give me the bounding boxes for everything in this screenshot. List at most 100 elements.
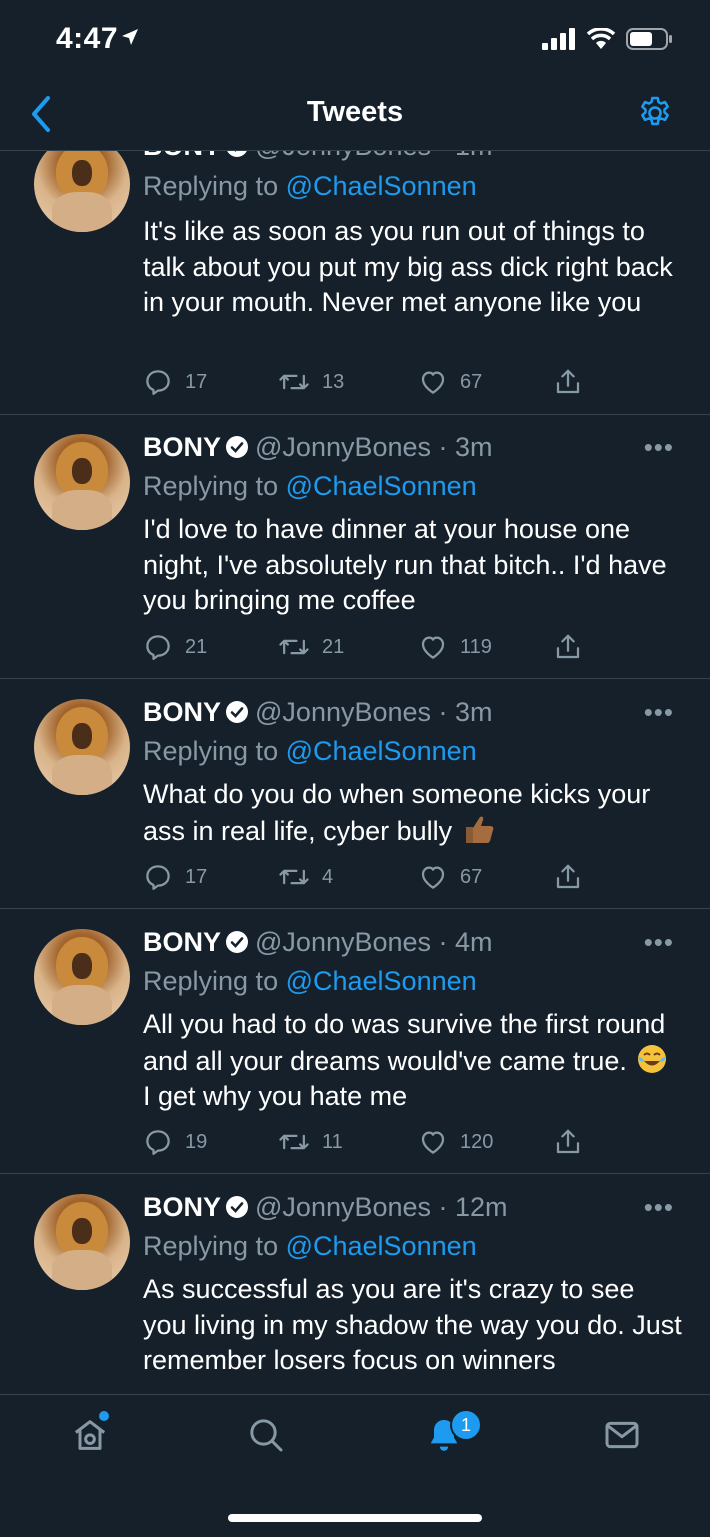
handle-and-time: @JonnyBones · 1m bbox=[255, 151, 493, 161]
retweet-button[interactable]: 21 bbox=[278, 632, 344, 662]
like-icon bbox=[421, 636, 445, 659]
display-name[interactable]: BONY bbox=[143, 927, 221, 957]
reply-button[interactable]: 17 bbox=[143, 367, 207, 397]
tweet[interactable]: BONY @JonnyBones · 4m ••• Replying to @Ch… bbox=[0, 909, 710, 1174]
like-button[interactable]: 119 bbox=[418, 632, 492, 662]
share-button[interactable] bbox=[553, 862, 583, 892]
like-icon bbox=[421, 371, 445, 394]
tears-of-joy-emoji-icon bbox=[638, 1044, 667, 1073]
location-arrow-icon bbox=[122, 29, 138, 45]
page-title: Tweets bbox=[306, 96, 404, 128]
more-options-icon[interactable]: ••• bbox=[644, 1192, 674, 1223]
replying-to: Replying to @ChaelSonnen bbox=[143, 471, 477, 502]
tweet-text: What do you do when someone kicks your a… bbox=[143, 777, 683, 849]
replying-to: Replying to @ChaelSonnen bbox=[143, 966, 477, 997]
mention-link[interactable]: @ChaelSonnen bbox=[286, 1231, 477, 1261]
thumbs-up-emoji-icon bbox=[465, 816, 494, 843]
tab-search[interactable] bbox=[246, 1415, 286, 1460]
reply-button[interactable]: 21 bbox=[143, 632, 207, 662]
retweet-button[interactable]: 11 bbox=[278, 1127, 343, 1157]
tweet[interactable]: BONY @JonnyBones · 3m ••• Replying to @Ch… bbox=[0, 414, 710, 679]
like-button[interactable]: 67 bbox=[418, 367, 482, 397]
tweet[interactable]: BONY @JonnyBones · 3m ••• Replying to @Ch… bbox=[0, 679, 710, 909]
display-name[interactable]: BONY bbox=[143, 432, 221, 462]
replying-label: Replying to bbox=[143, 736, 286, 766]
mention-link[interactable]: @ChaelSonnen bbox=[286, 736, 477, 766]
tweet-text-body: What do you do when someone kicks your a… bbox=[143, 779, 651, 846]
share-button[interactable] bbox=[553, 367, 583, 397]
notifications-count-badge: 1 bbox=[450, 1409, 482, 1441]
verified-badge-icon bbox=[226, 701, 249, 723]
retweet-count: 21 bbox=[322, 635, 345, 658]
verified-badge-icon bbox=[226, 436, 249, 458]
replying-label: Replying to bbox=[143, 171, 286, 201]
like-icon bbox=[421, 1131, 445, 1154]
tweet-header: BONY @JonnyBones · 12m bbox=[143, 1192, 508, 1223]
reply-icon bbox=[146, 635, 170, 660]
share-icon bbox=[556, 634, 580, 659]
avatar[interactable] bbox=[34, 151, 130, 232]
reply-count: 19 bbox=[185, 1130, 208, 1153]
retweet-icon bbox=[279, 869, 309, 885]
more-options-icon[interactable]: ••• bbox=[644, 697, 674, 728]
tab-messages[interactable] bbox=[602, 1415, 642, 1460]
mention-link[interactable]: @ChaelSonnen bbox=[286, 171, 477, 201]
share-button[interactable] bbox=[553, 632, 583, 662]
reply-button[interactable]: 17 bbox=[143, 862, 207, 892]
like-count: 67 bbox=[460, 865, 483, 888]
tweet-actions: 19 11 120 bbox=[143, 1127, 643, 1161]
reply-count: 17 bbox=[185, 865, 208, 888]
retweet-button[interactable]: 13 bbox=[278, 367, 344, 397]
share-icon bbox=[556, 864, 580, 889]
replying-to: Replying to @ChaelSonnen bbox=[143, 736, 477, 767]
reply-count: 17 bbox=[185, 370, 208, 393]
avatar[interactable] bbox=[34, 434, 130, 530]
wifi-icon bbox=[586, 28, 616, 49]
mention-link[interactable]: @ChaelSonnen bbox=[286, 471, 477, 501]
tweet-text: It's like as soon as you run out of thin… bbox=[143, 216, 673, 317]
navigation-bar: Tweets bbox=[0, 78, 710, 151]
avatar[interactable] bbox=[34, 929, 130, 1025]
mention-link[interactable]: @ChaelSonnen bbox=[286, 966, 477, 996]
tweet-header: BONY @JonnyBones · 3m bbox=[143, 697, 493, 728]
tweet-text-part-b: I get why you hate me bbox=[143, 1081, 408, 1111]
replying-to: Replying to @ChaelSonnen bbox=[143, 171, 477, 202]
handle-and-time: @JonnyBones · 4m bbox=[255, 927, 493, 957]
signal-icon bbox=[542, 28, 575, 50]
tweet-text: As successful as you are it's crazy to s… bbox=[143, 1274, 682, 1375]
share-button[interactable] bbox=[553, 1127, 583, 1157]
avatar[interactable] bbox=[34, 1194, 130, 1290]
status-time: 4:47 bbox=[56, 22, 119, 55]
like-count: 120 bbox=[460, 1130, 494, 1153]
like-button[interactable]: 120 bbox=[418, 1127, 493, 1157]
display-name[interactable]: BONY bbox=[143, 1192, 221, 1222]
like-count: 67 bbox=[460, 370, 483, 393]
tweet[interactable]: BONY @JonnyBones · 1m Replying to @ChaelS… bbox=[0, 151, 710, 415]
tab-home[interactable] bbox=[70, 1411, 110, 1460]
replying-label: Replying to bbox=[143, 966, 286, 996]
avatar[interactable] bbox=[34, 699, 130, 795]
search-icon bbox=[250, 1419, 283, 1452]
share-icon bbox=[556, 369, 580, 394]
retweet-count: 11 bbox=[322, 1130, 343, 1153]
reply-icon bbox=[146, 370, 170, 395]
replying-label: Replying to bbox=[143, 471, 286, 501]
replying-to: Replying to @ChaelSonnen bbox=[143, 1231, 477, 1262]
tweet[interactable]: BONY @JonnyBones · 12m ••• Replying to @C… bbox=[0, 1174, 710, 1394]
settings-gear-icon[interactable] bbox=[636, 94, 674, 132]
status-bar: 4:47 bbox=[0, 0, 710, 78]
like-icon bbox=[421, 866, 445, 889]
more-options-icon[interactable]: ••• bbox=[644, 432, 674, 463]
like-button[interactable]: 67 bbox=[418, 862, 482, 892]
retweet-button[interactable]: 4 bbox=[278, 862, 333, 892]
reply-button[interactable]: 19 bbox=[143, 1127, 207, 1157]
tweet-feed[interactable]: BONY @JonnyBones · 1m Replying to @ChaelS… bbox=[0, 151, 710, 1394]
status-icons bbox=[542, 27, 674, 51]
display-name[interactable]: BONY bbox=[143, 697, 221, 727]
home-indicator[interactable] bbox=[228, 1514, 482, 1522]
more-options-icon[interactable]: ••• bbox=[644, 927, 674, 958]
display-name[interactable]: BONY bbox=[143, 151, 221, 161]
tweet-text-part-a: All you had to do was survive the first … bbox=[143, 1009, 666, 1076]
tab-notifications[interactable]: 1 bbox=[424, 1409, 482, 1460]
battery-icon bbox=[626, 28, 672, 50]
